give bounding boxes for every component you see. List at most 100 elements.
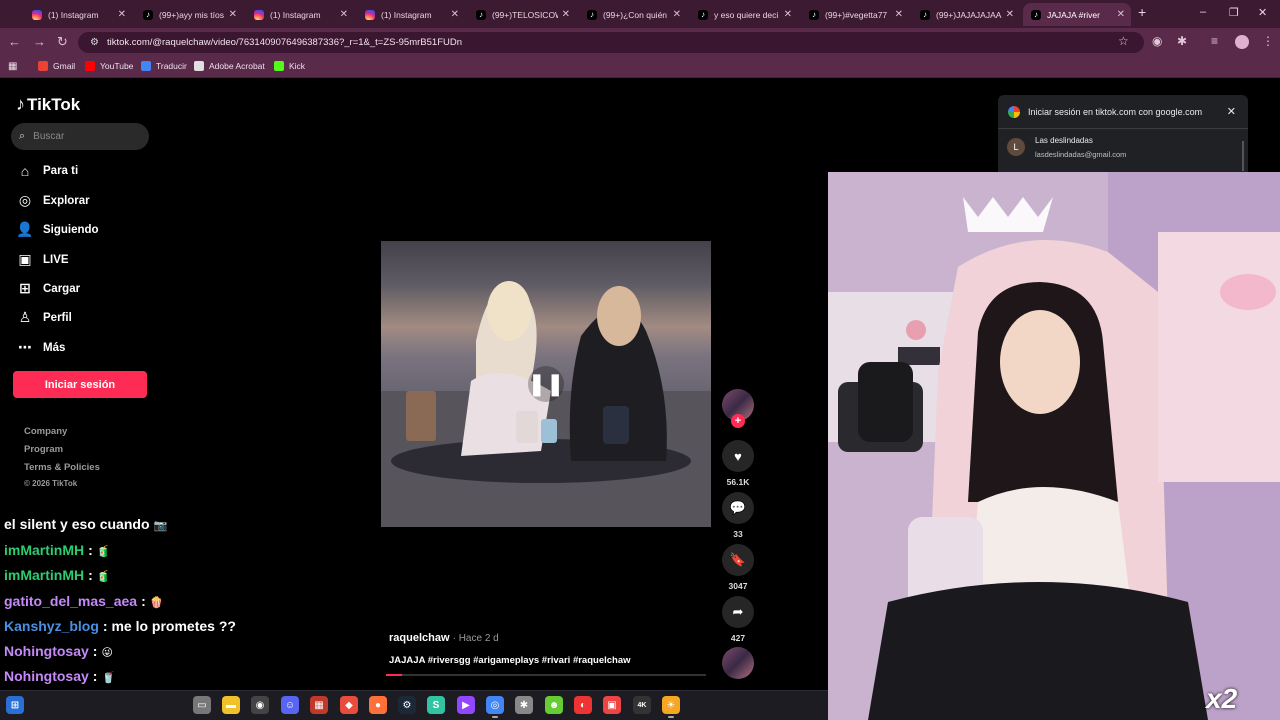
- close-tab-icon[interactable]: ✕: [229, 9, 237, 20]
- profile-avatar-icon[interactable]: [1235, 35, 1249, 49]
- browser-tab[interactable]: ♪ y eso quiere deci ✕: [690, 3, 798, 26]
- address-bar[interactable]: ⚙ tiktok.com/@raquelchaw/video/763140907…: [78, 32, 1144, 53]
- steam-icon[interactable]: ⚙: [398, 696, 416, 714]
- obs-icon[interactable]: ◉: [251, 696, 269, 714]
- footer-link[interactable]: Program: [24, 444, 63, 455]
- sidebar-item-parati[interactable]: ⌂ Para ti: [16, 163, 78, 179]
- bookmark-item[interactable]: Adobe Acrobat: [194, 61, 265, 71]
- restore-button[interactable]: ❐: [1229, 6, 1239, 19]
- sidebar-item-explorar[interactable]: ◎ Explorar: [16, 192, 90, 209]
- share-button[interactable]: ➦: [722, 596, 754, 628]
- browser-tab[interactable]: ♪ (99+)TELOSICOW ✕: [468, 3, 576, 26]
- browser-tab[interactable]: ♪ (99+)JAJAJAJAA ✕: [912, 3, 1020, 26]
- reload-icon[interactable]: ↻: [57, 34, 68, 50]
- screen-icon[interactable]: ▣: [603, 696, 621, 714]
- chrome-icon[interactable]: ◎: [486, 696, 504, 718]
- firefox-icon[interactable]: ●: [369, 696, 387, 714]
- extensions-puzzle-icon[interactable]: ✱: [1177, 34, 1187, 48]
- sidebar-item-live[interactable]: ▣ LIVE: [16, 251, 68, 268]
- pause-icon[interactable]: ❚❚: [528, 366, 564, 402]
- sidebar-item-cargar[interactable]: ⊞ Cargar: [16, 280, 80, 297]
- bookmark-item[interactable]: Kick: [274, 61, 305, 71]
- start-icon[interactable]: ⊞: [6, 696, 24, 714]
- browser-menu-icon[interactable]: ⋮: [1262, 34, 1274, 48]
- sidebar-item-siguiendo[interactable]: 👤 Siguiendo: [16, 221, 98, 238]
- apps-grid-icon[interactable]: ▦: [8, 61, 17, 72]
- login-button[interactable]: Iniciar sesión: [13, 371, 147, 398]
- google-icon: [1008, 106, 1020, 118]
- close-icon[interactable]: ✕: [1227, 105, 1236, 118]
- 4k-icon[interactable]: 4K: [633, 696, 651, 714]
- footer-link[interactable]: Terms & Policies: [24, 462, 100, 473]
- chat-emote-icon: 🧃: [96, 546, 111, 558]
- browser-tab[interactable]: (1) Instagram ✕: [246, 3, 354, 26]
- close-tab-icon[interactable]: ✕: [451, 9, 459, 20]
- save-button[interactable]: 🔖: [722, 544, 754, 576]
- close-tab-icon[interactable]: ✕: [1117, 9, 1125, 20]
- minimize-button[interactable]: –: [1200, 6, 1206, 18]
- account-avatar[interactable]: L: [1007, 138, 1025, 156]
- close-tab-icon[interactable]: ✕: [673, 9, 681, 20]
- bookmark-item[interactable]: Gmail: [38, 61, 75, 71]
- bookmark-star-icon[interactable]: ☆: [1118, 34, 1129, 48]
- twitch-icon[interactable]: ▶: [457, 696, 475, 714]
- gmail-icon: [38, 61, 48, 71]
- search-input[interactable]: ⌕ Buscar: [11, 123, 149, 150]
- close-window-button[interactable]: ✕: [1258, 6, 1267, 19]
- browser-tab[interactable]: (1) Instagram ✕: [24, 3, 132, 26]
- site-info-icon[interactable]: ⚙: [90, 37, 99, 48]
- account-name[interactable]: Las deslindadas: [1035, 136, 1093, 145]
- comment-button[interactable]: 💬: [722, 492, 754, 524]
- tab-title: (99+)#vegetta77: [825, 9, 888, 20]
- sidebar-item-perfil[interactable]: ♙ Perfil: [16, 309, 72, 326]
- close-tab-icon[interactable]: ✕: [784, 9, 792, 20]
- new-tab-button[interactable]: +: [1138, 4, 1146, 20]
- popup-scrollbar[interactable]: [1242, 141, 1244, 171]
- follow-plus-icon[interactable]: +: [731, 414, 745, 428]
- acrobat-icon: [194, 61, 204, 71]
- recorder-icon[interactable]: ◐: [574, 696, 592, 714]
- media-controls-icon[interactable]: ≡: [1211, 34, 1218, 48]
- bookmark-item[interactable]: Traducir: [141, 61, 187, 71]
- forward-icon[interactable]: →: [33, 34, 46, 49]
- browser-tab[interactable]: (1) Instagram ✕: [357, 3, 465, 26]
- author-name[interactable]: raquelchaw: [389, 632, 450, 644]
- video-author[interactable]: raquelchaw · Hace 2 d: [389, 632, 499, 644]
- ghost-icon[interactable]: ☻: [545, 696, 563, 714]
- compass-icon: ◎: [18, 192, 32, 208]
- sun-app-icon[interactable]: ☀: [662, 696, 680, 718]
- close-tab-icon[interactable]: ✕: [340, 9, 348, 20]
- back-icon[interactable]: ←: [8, 34, 21, 49]
- tab-title: y eso quiere deci: [714, 9, 779, 20]
- app-icon[interactable]: ▦: [310, 696, 328, 714]
- chat-emote-icon: 🥤: [101, 672, 116, 684]
- bookmark-item[interactable]: YouTube: [85, 61, 133, 71]
- taskview-icon[interactable]: ▭: [193, 696, 211, 714]
- webcam-frame: [828, 172, 1280, 720]
- browser-tab[interactable]: ♪ (99+)#vegetta77 ✕: [801, 3, 909, 26]
- browser-tab[interactable]: ♪ (99+)¿Con quién ✕: [579, 3, 687, 26]
- bookmark-icon: 🔖: [729, 552, 747, 567]
- streamlabs-icon[interactable]: S: [427, 696, 445, 714]
- extension-icon[interactable]: ◉: [1152, 34, 1162, 48]
- footer-link[interactable]: Company: [24, 426, 67, 437]
- video-progress-bar[interactable]: [386, 674, 706, 676]
- like-button[interactable]: ♥: [722, 440, 754, 472]
- sidebar-item-ms[interactable]: ⋯ Más: [16, 339, 65, 356]
- chat-emote-icon: 📷: [153, 520, 168, 532]
- close-tab-icon[interactable]: ✕: [562, 9, 570, 20]
- close-tab-icon[interactable]: ✕: [118, 9, 126, 20]
- explorer-icon[interactable]: ▬: [222, 696, 240, 714]
- music-disc-avatar[interactable]: [722, 647, 754, 679]
- browser-tab[interactable]: ♪ (99+)ayy mis tíos ✕: [135, 3, 243, 26]
- settings-icon[interactable]: ✱: [515, 696, 533, 714]
- anydesk-icon[interactable]: ◆: [340, 696, 358, 714]
- url-text: tiktok.com/@raquelchaw/video/76314090764…: [106, 37, 462, 48]
- video-caption[interactable]: JAJAJA #riversgg #arigameplays #rivari #…: [389, 655, 631, 666]
- close-tab-icon[interactable]: ✕: [1006, 9, 1014, 20]
- instagram-icon: [365, 9, 375, 20]
- tiktok-logo[interactable]: ♪ TikTok: [16, 94, 80, 115]
- close-tab-icon[interactable]: ✕: [895, 9, 903, 20]
- discord-icon[interactable]: ☺: [281, 696, 299, 714]
- browser-tab[interactable]: ♪ JAJAJA #river ✕: [1023, 3, 1131, 26]
